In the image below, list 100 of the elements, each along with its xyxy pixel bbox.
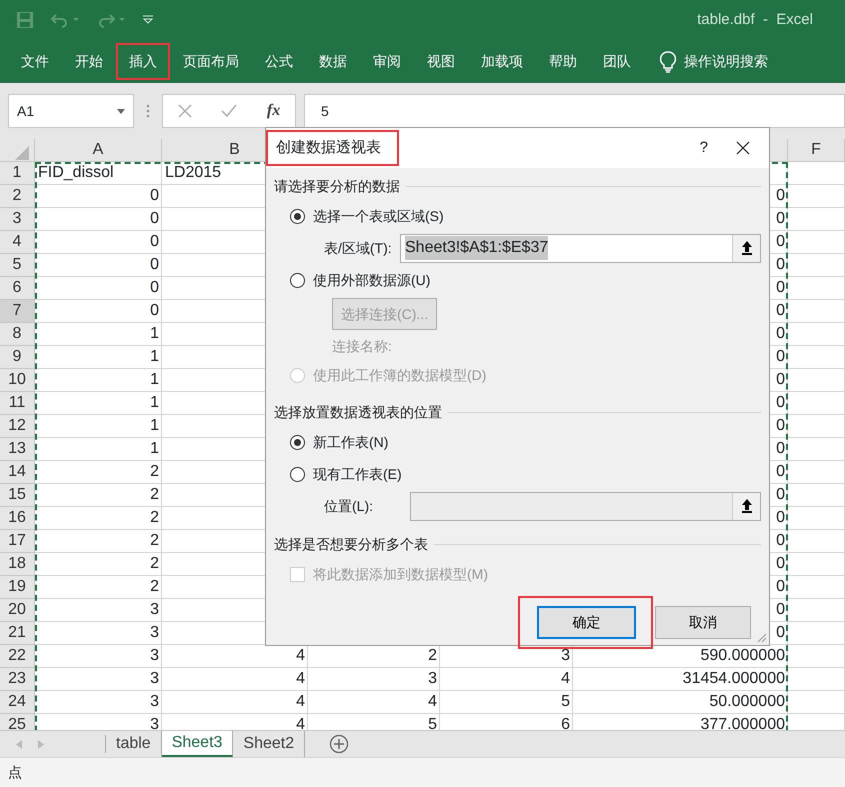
radio-button[interactable] [290,272,305,288]
collapse-dialog-button[interactable] [732,234,760,262]
table-cell: LD2015 [165,164,222,181]
row-header[interactable]: 5 [0,254,35,277]
row-header[interactable]: 8 [0,323,35,346]
select-all-triangle-icon[interactable] [15,146,29,160]
customize-dropdown-icon[interactable] [142,15,154,25]
ribbon-tab[interactable]: 加载项 [468,43,536,80]
sheet-tab[interactable]: Sheet3 [162,731,234,757]
table-cell: 0 [776,325,785,342]
table-cell: 0 [776,256,785,273]
caret-icon[interactable] [117,108,125,114]
row-header[interactable]: 6 [0,277,35,300]
ok-button[interactable]: 确定 [537,606,636,639]
connection-name-label: 连接名称: [332,336,392,356]
table-cell: 0 [776,463,785,480]
section-heading: 选择是否想要分析多个表 [274,534,428,554]
row-header[interactable]: 2 [0,185,35,208]
table-cell: 3 [150,624,159,641]
scroll-left-icon[interactable] [16,740,22,748]
ribbon-tab[interactable]: 插入 [116,43,170,80]
ribbon-tab[interactable]: 审阅 [360,43,414,80]
row-header[interactable]: 19 [0,576,35,599]
ribbon-tab[interactable]: 公式 [252,43,306,80]
table-cell: 0 [776,509,785,526]
cancel-icon[interactable] [178,104,192,118]
table-cell: 2 [428,647,437,664]
table-cell: 1 [150,348,159,365]
row-header[interactable]: 4 [0,231,35,254]
input-field[interactable]: Sheet3!$A$1:$E$37 [400,234,761,262]
row-header[interactable]: 23 [0,668,35,691]
formula-field[interactable]: 5 [304,94,845,128]
insert-function-button[interactable]: fx [266,99,280,123]
window-title: table.dbf - Excel [697,10,813,30]
name-box[interactable]: A1 [8,94,134,128]
row-header[interactable]: 14 [0,461,35,484]
radio-label[interactable]: 选择一个表或区域(S) [313,206,444,226]
table-cell: 2 [150,555,159,572]
radio-button[interactable] [290,466,305,482]
ribbon-tab[interactable]: 开始 [62,43,116,80]
ribbon-tab[interactable]: 视图 [414,43,468,80]
table-cell: 0 [776,394,785,411]
grip-icon [146,103,150,119]
save-icon[interactable] [16,11,34,29]
table-cell: 4 [561,670,570,687]
table-cell: 1 [150,325,159,342]
row-header[interactable]: 25 [0,714,35,730]
column-header[interactable]: F [788,139,845,162]
ribbon-tab[interactable]: 团队 [590,43,644,80]
table-cell: 3 [150,647,159,664]
section-heading: 请选择要分析的数据 [274,176,400,196]
add-sheet-icon[interactable] [329,734,350,754]
table-cell: 0 [776,279,785,296]
ribbon-tab[interactable]: 文件 [8,43,62,80]
row-header[interactable]: 24 [0,691,35,714]
table-cell: 6 [561,716,570,730]
cancel-button[interactable]: 取消 [655,606,751,639]
scroll-right-icon[interactable] [38,740,44,748]
ribbon-tab[interactable]: 帮助 [536,43,590,80]
table-cell: 3 [150,693,159,710]
row-header[interactable]: 17 [0,530,35,553]
radio-label[interactable]: 新工作表(N) [313,432,388,452]
row-header[interactable]: 13 [0,438,35,461]
row-header[interactable]: 16 [0,507,35,530]
ribbon-tab[interactable]: 数据 [306,43,360,80]
row-header[interactable]: 1 [0,162,35,185]
checkmark-icon[interactable] [221,104,238,118]
ribbon-tab[interactable]: 页面布局 [170,43,252,80]
row-header[interactable]: 3 [0,208,35,231]
table-cell: 590.000000 [700,647,785,664]
help-button[interactable]: ? [698,136,709,160]
table-cell: 0 [150,279,159,296]
radio-button[interactable] [290,434,305,450]
table-cell: 2 [150,486,159,503]
table-cell: 377.000000 [700,716,785,730]
row-header[interactable]: 7 [0,300,35,323]
lightbulb-icon[interactable] [660,50,676,72]
row-header[interactable]: 9 [0,346,35,369]
resize-grip-icon[interactable] [757,633,767,643]
row-header[interactable]: 20 [0,599,35,622]
table-cell: 0 [776,187,785,204]
row-header[interactable]: 12 [0,415,35,438]
row-header[interactable]: 18 [0,553,35,576]
row-header[interactable]: 11 [0,392,35,415]
table-cell: 2 [150,532,159,549]
row-header[interactable]: 21 [0,622,35,645]
table-cell: 3 [428,670,437,687]
row-header[interactable]: 10 [0,369,35,392]
field-label: 表/区域(T): [324,238,392,258]
tell-me-search[interactable]: 操作说明搜索 [684,51,768,72]
table-cell: 0 [150,256,159,273]
row-header[interactable]: 22 [0,645,35,668]
radio-label[interactable]: 使用外部数据源(U) [313,270,430,290]
table-cell: 0 [776,302,785,319]
table-cell: 0 [776,624,785,641]
radio-button[interactable] [290,208,305,224]
radio-label[interactable]: 现有工作表(E) [313,464,402,484]
table-cell: 3 [150,716,159,730]
row-header[interactable]: 15 [0,484,35,507]
column-header[interactable]: A [35,139,162,162]
